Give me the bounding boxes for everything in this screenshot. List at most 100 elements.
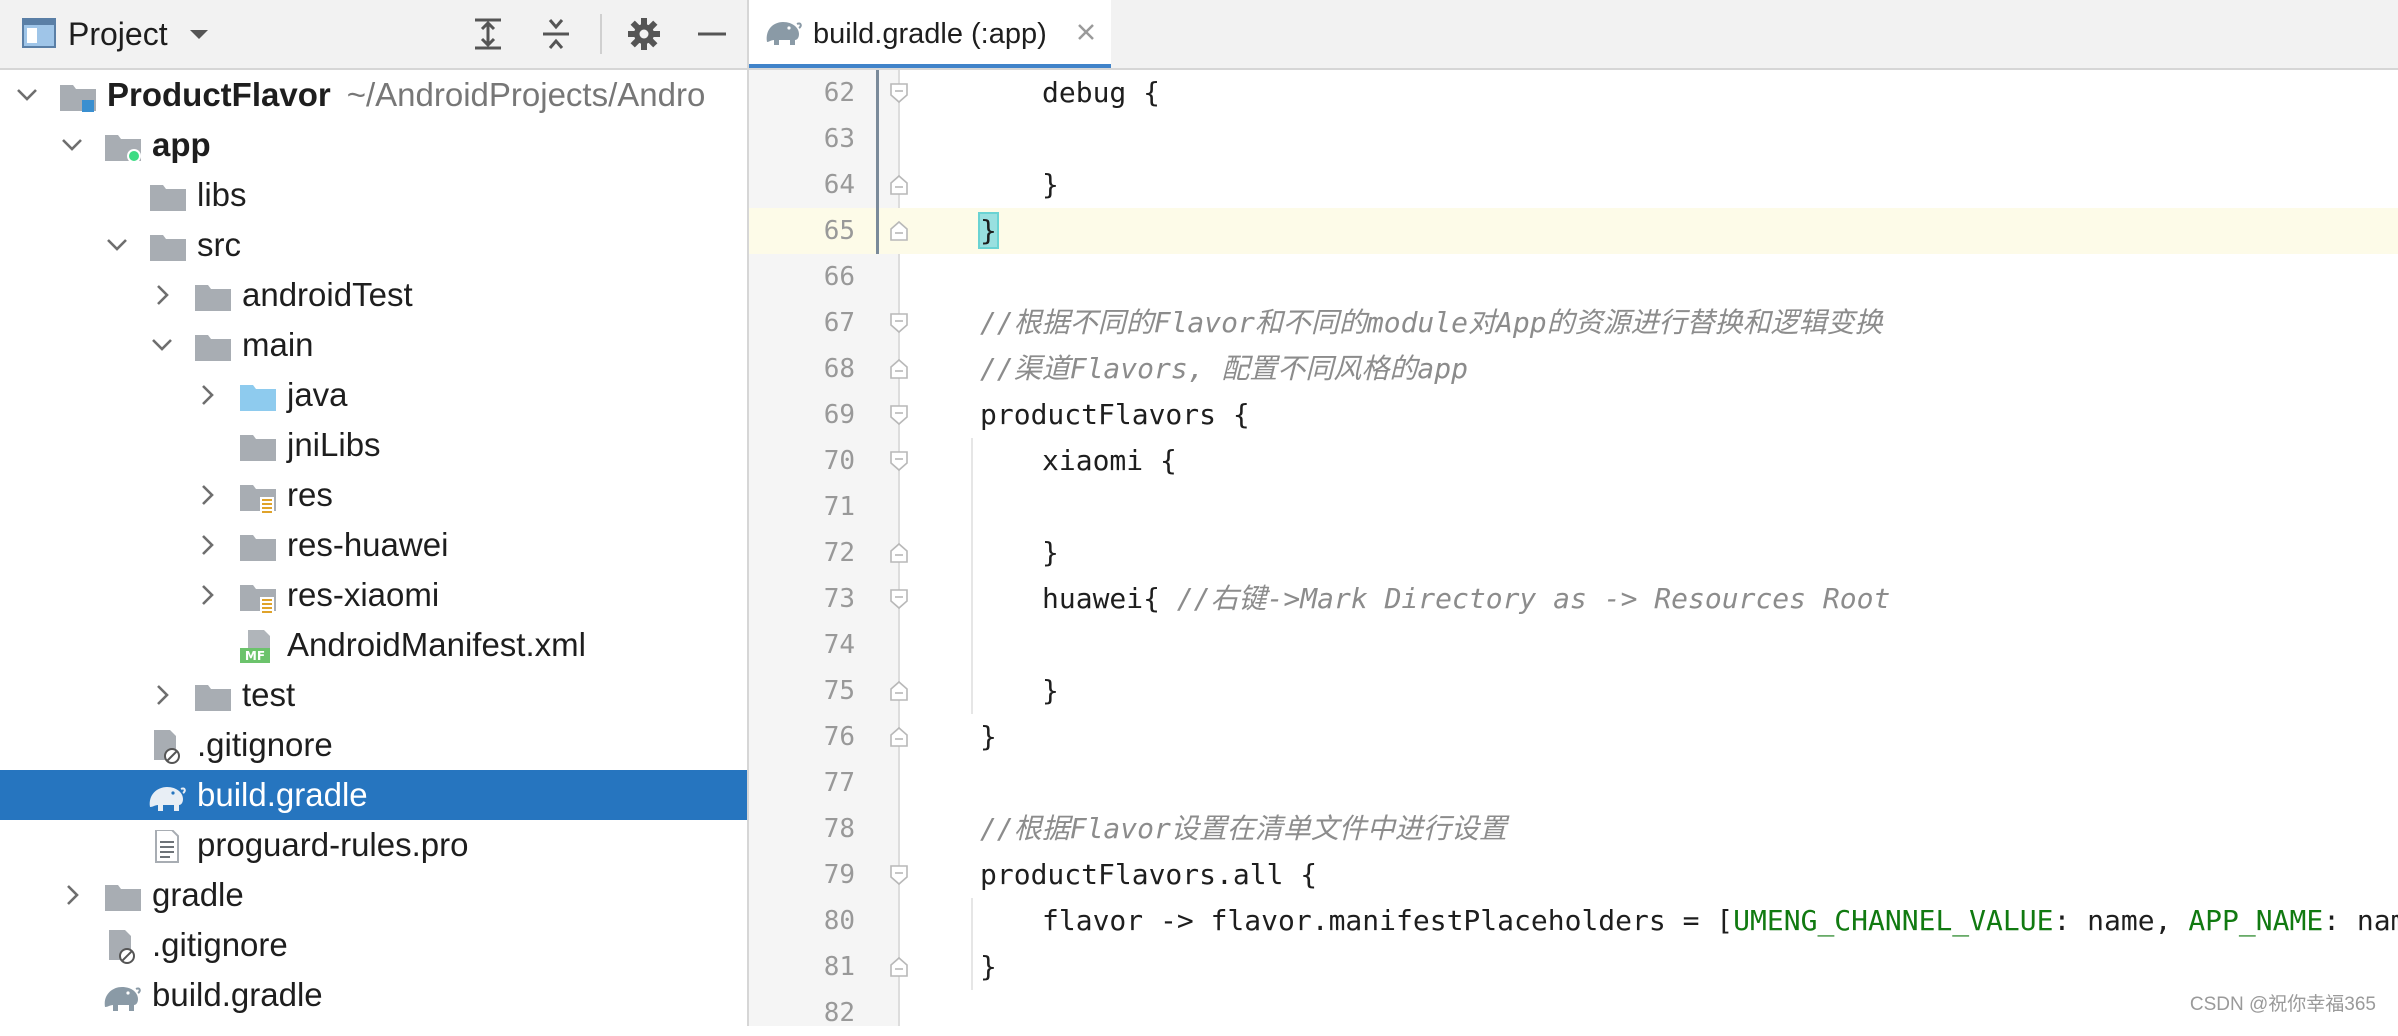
line-number: 76 xyxy=(823,722,855,752)
code-line[interactable]: 62 debug { xyxy=(749,70,2398,116)
code-editor[interactable]: 62 debug {63 64} 65} 66 67//根据不同的Flavor和不同的mo… xyxy=(749,70,2398,1028)
project-view-title[interactable]: Project xyxy=(68,14,168,54)
dropdown-chevron-icon[interactable] xyxy=(186,24,212,44)
code-text: } xyxy=(1042,668,1059,714)
code-line[interactable]: 79 productFlavors.all { xyxy=(749,852,2398,898)
fold-start-icon[interactable] xyxy=(888,588,910,610)
folder-icon xyxy=(148,228,188,262)
code-text: productFlavors.all { xyxy=(980,852,1317,898)
tree-item-label: java xyxy=(287,376,348,413)
fold-end-icon[interactable] xyxy=(888,542,910,564)
fold-start-icon[interactable] xyxy=(888,864,910,886)
tree-item[interactable]: app xyxy=(0,120,747,170)
line-number: 65 xyxy=(749,208,855,254)
tree-item[interactable]: gradle xyxy=(0,870,747,920)
tree-item[interactable]: libs xyxy=(0,170,747,220)
fold-end-icon[interactable] xyxy=(888,956,910,978)
chevron-right-icon[interactable] xyxy=(149,682,175,708)
fold-start-icon[interactable] xyxy=(888,404,910,426)
fold-start-icon[interactable] xyxy=(888,312,910,334)
tree-item-label: test xyxy=(242,676,296,713)
code-line[interactable]: 74 xyxy=(749,622,2398,668)
chevron-right-icon[interactable] xyxy=(194,382,220,408)
chevron-right-icon[interactable] xyxy=(194,582,220,608)
code-line[interactable]: 73 huawei{ //右键->Mark Directory as -> Res… xyxy=(749,576,2398,622)
tree-item[interactable]: ProductFlavor ~/AndroidProjects/Andro xyxy=(0,70,747,120)
tree-item[interactable]: main xyxy=(0,320,747,370)
editor-tab-build-gradle[interactable]: build.gradle (:app) xyxy=(749,0,1111,68)
code-line[interactable]: 77 xyxy=(749,760,2398,806)
collapse-all-icon[interactable] xyxy=(534,12,578,56)
code-token: : name] xyxy=(2323,904,2398,937)
tree-item-label: build.gradle xyxy=(152,976,323,1013)
code-token: productFlavors { xyxy=(980,398,1250,431)
code-text: } xyxy=(1042,162,1059,208)
chevron-right-icon[interactable] xyxy=(194,482,220,508)
code-line[interactable]: 71 xyxy=(749,484,2398,530)
fold-end-icon[interactable] xyxy=(888,680,910,702)
code-line[interactable]: 65} xyxy=(749,208,2398,254)
tree-item[interactable]: test xyxy=(0,670,747,720)
tree-item[interactable]: jniLibs xyxy=(0,420,747,470)
fold-end-icon[interactable] xyxy=(888,726,910,748)
tree-item[interactable]: proguard-rules.pro xyxy=(0,820,747,870)
fold-start-icon[interactable] xyxy=(888,450,910,472)
line-number: 75 xyxy=(823,676,855,706)
fold-end-icon[interactable] xyxy=(888,174,910,196)
chevron-right-icon[interactable] xyxy=(194,532,220,558)
code-line[interactable]: 75} xyxy=(749,668,2398,714)
code-text: productFlavors { xyxy=(980,392,1250,438)
tree-item[interactable]: src xyxy=(0,220,747,270)
tree-item[interactable]: res-huawei xyxy=(0,520,747,570)
chevron-down-icon[interactable] xyxy=(104,232,130,258)
tree-item[interactable]: java xyxy=(0,370,747,420)
line-number: 63 xyxy=(823,124,855,154)
project-tool-window: Project ProductFlavor ~/AndroidProjects/A… xyxy=(0,0,749,1026)
tree-item-label: proguard-rules.pro xyxy=(197,826,469,863)
code-line[interactable]: 63 xyxy=(749,116,2398,162)
fold-end-icon[interactable] xyxy=(888,358,910,380)
tree-item[interactable]: res-xiaomi xyxy=(0,570,747,620)
code-line[interactable]: 70 xiaomi { xyxy=(749,438,2398,484)
code-line[interactable]: 81} xyxy=(749,944,2398,990)
tree-item[interactable]: build.gradle xyxy=(0,770,747,820)
tree-item-label: libs xyxy=(197,176,247,213)
vcs-change-marker[interactable] xyxy=(876,70,879,254)
code-line[interactable]: 67 //根据不同的Flavor和不同的module对App的资源进行替换和逻辑变… xyxy=(749,300,2398,346)
code-line[interactable]: 82 xyxy=(749,990,2398,1036)
chevron-right-icon[interactable] xyxy=(59,882,85,908)
expand-all-icon[interactable] xyxy=(466,12,510,56)
code-line[interactable]: 72} xyxy=(749,530,2398,576)
code-line[interactable]: 78 //根据Flavor设置在清单文件中进行设置 xyxy=(749,806,2398,852)
chevron-down-icon[interactable] xyxy=(59,132,85,158)
minimize-icon[interactable] xyxy=(690,12,734,56)
code-line[interactable]: 69 productFlavors { xyxy=(749,392,2398,438)
chevron-down-icon[interactable] xyxy=(149,332,175,358)
fold-start-icon[interactable] xyxy=(888,82,910,104)
tree-item[interactable]: .gitignore xyxy=(0,720,747,770)
code-text: flavor -> flavor.manifestPlaceholders = … xyxy=(1042,898,2398,944)
code-line[interactable]: 68 //渠道Flavors, 配置不同风格的app xyxy=(749,346,2398,392)
code-token: productFlavors.all { xyxy=(980,858,1318,891)
line-number: 62 xyxy=(823,78,855,108)
tree-item[interactable]: androidTest xyxy=(0,270,747,320)
code-line[interactable]: 64} xyxy=(749,162,2398,208)
fold-end-icon[interactable] xyxy=(888,220,910,242)
chevron-down-icon[interactable] xyxy=(14,82,40,108)
close-icon[interactable] xyxy=(1071,17,1101,47)
tree-item[interactable]: MF AndroidManifest.xml xyxy=(0,620,747,670)
tree-item[interactable]: build.gradle xyxy=(0,970,747,1020)
line-number: 73 xyxy=(823,584,855,614)
chevron-right-icon[interactable] xyxy=(149,282,175,308)
tree-item-label: AndroidManifest.xml xyxy=(287,626,586,663)
code-line[interactable]: 66 xyxy=(749,254,2398,300)
settings-gear-icon[interactable] xyxy=(622,12,666,56)
tree-item[interactable]: res xyxy=(0,470,747,520)
code-line[interactable]: 76} xyxy=(749,714,2398,760)
tree-item-label: res-xiaomi xyxy=(287,576,440,613)
code-line[interactable]: 80 flavor -> flavor.manifestPlaceholders … xyxy=(749,898,2398,944)
line-number: 71 xyxy=(823,492,855,522)
line-number: 81 xyxy=(823,952,855,982)
tree-item[interactable]: .gitignore xyxy=(0,920,747,970)
tree-item-label: res-huawei xyxy=(287,526,449,563)
